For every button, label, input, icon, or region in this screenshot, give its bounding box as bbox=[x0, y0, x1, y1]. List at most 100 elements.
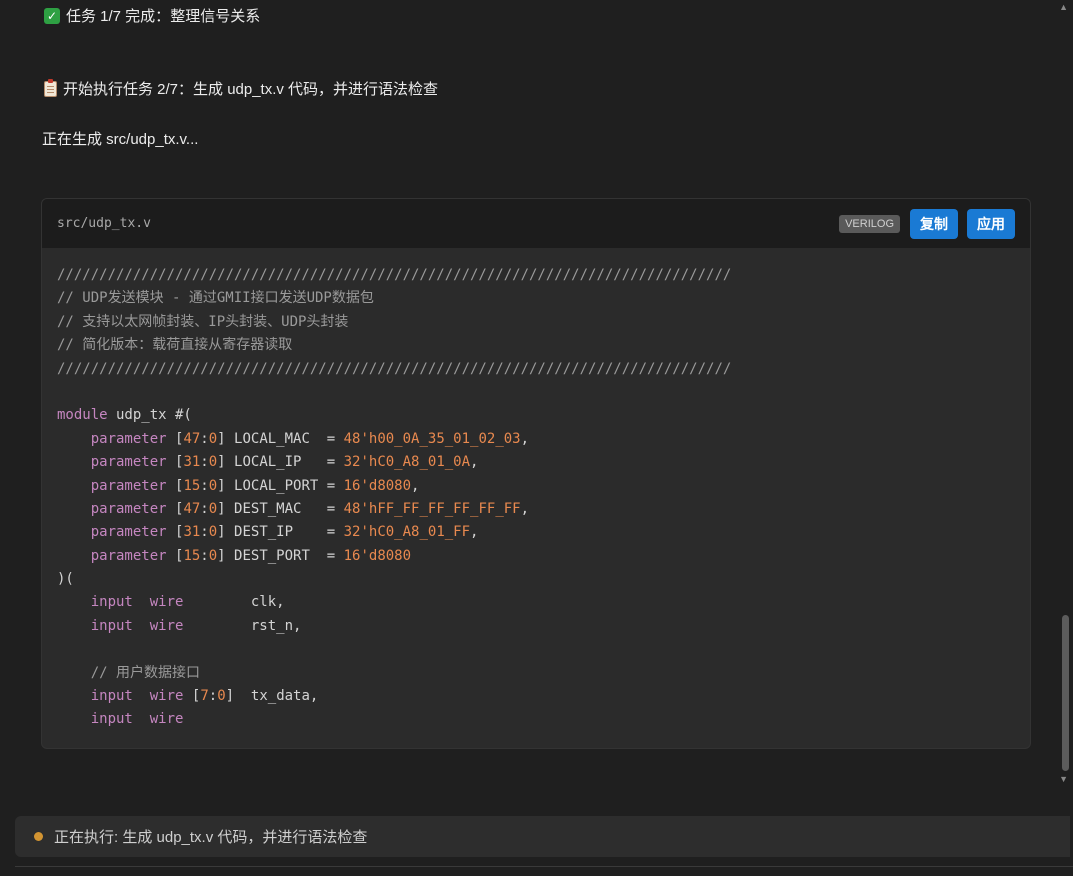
code-token: [ bbox=[166, 547, 184, 564]
code-token: [ bbox=[166, 524, 184, 541]
code-token: input bbox=[90, 688, 133, 705]
code-token: 0 bbox=[208, 524, 218, 541]
code-token: [ bbox=[166, 500, 184, 517]
code-line: ////////////////////////////////////////… bbox=[57, 264, 1015, 287]
code-token: 31 bbox=[183, 524, 201, 541]
code-token: 15 bbox=[183, 547, 201, 564]
language-badge: VERILOG bbox=[839, 214, 900, 233]
code-header-actions: VERILOG 复制 应用 bbox=[839, 208, 1015, 239]
code-token: parameter bbox=[90, 477, 167, 494]
code-token: input bbox=[90, 594, 133, 611]
status-text: 正在执行: 生成 udp_tx.v 代码，并进行语法检查 bbox=[54, 829, 368, 846]
code-token: parameter bbox=[90, 547, 167, 564]
code-token: wire bbox=[149, 688, 184, 705]
code-block-header: src/udp_tx.v VERILOG 复制 应用 bbox=[42, 199, 1030, 248]
code-line: parameter [15:0] DEST_PORT = 16'd8080 bbox=[57, 545, 1015, 568]
clipboard-icon bbox=[44, 78, 57, 97]
code-token: ] DEST_PORT = bbox=[217, 547, 344, 564]
code-token: parameter bbox=[90, 430, 167, 447]
task-start-message: 开始执行任务 2/7：生成 udp_tx.v 代码，并进行语法检查 bbox=[44, 78, 438, 99]
code-token: parameter bbox=[90, 500, 167, 517]
code-line: ////////////////////////////////////////… bbox=[57, 358, 1015, 381]
code-token: ////////////////////////////////////////… bbox=[57, 360, 732, 377]
code-token: input bbox=[90, 617, 133, 634]
code-token: , bbox=[470, 454, 479, 471]
code-token: ] LOCAL_MAC = bbox=[217, 430, 344, 447]
code-line: // 用户数据接口 bbox=[57, 662, 1015, 685]
task-start-text: 开始执行任务 2/7：生成 udp_tx.v 代码，并进行语法检查 bbox=[63, 81, 439, 98]
code-token: 48'hFF_FF_FF_FF_FF_FF bbox=[343, 500, 521, 517]
divider bbox=[15, 866, 1073, 867]
code-token: [ bbox=[166, 454, 184, 471]
check-icon: ✓ bbox=[44, 7, 60, 24]
code-token: module bbox=[57, 407, 108, 424]
code-token: ] DEST_MAC = bbox=[217, 500, 344, 517]
code-line: parameter [15:0] LOCAL_PORT = 16'd8080, bbox=[57, 475, 1015, 498]
code-token: : bbox=[200, 454, 209, 471]
code-token: ] LOCAL_PORT = bbox=[217, 477, 344, 494]
code-token: 0 bbox=[208, 547, 218, 564]
code-token: wire bbox=[149, 617, 184, 634]
code-token: 32'hC0_A8_01_0A bbox=[343, 454, 471, 471]
code-token: // 支持以太网帧封装、IP头封装、UDP头封装 bbox=[57, 313, 349, 330]
code-token: udp_tx #( bbox=[107, 407, 192, 424]
code-token: 31 bbox=[183, 454, 201, 471]
code-token: parameter bbox=[90, 454, 167, 471]
code-token: : bbox=[200, 430, 209, 447]
code-token: [ bbox=[166, 430, 184, 447]
scrollbar-thumb[interactable] bbox=[1062, 615, 1069, 771]
code-line: // UDP发送模块 - 通过GMII接口发送UDP数据包 bbox=[57, 287, 1015, 310]
code-line: parameter [47:0] LOCAL_MAC = 48'h00_0A_3… bbox=[57, 428, 1015, 451]
code-token: [ bbox=[183, 688, 201, 705]
code-token: 0 bbox=[208, 500, 218, 517]
code-block: src/udp_tx.v VERILOG 复制 应用 /////////////… bbox=[41, 198, 1031, 749]
code-token: clk, bbox=[183, 594, 285, 611]
status-bar: 正在执行: 生成 udp_tx.v 代码，并进行语法检查 bbox=[15, 816, 1070, 857]
code-token: : bbox=[200, 477, 209, 494]
code-token: input bbox=[90, 711, 133, 728]
code-content[interactable]: ////////////////////////////////////////… bbox=[42, 248, 1030, 732]
code-token: , bbox=[520, 500, 530, 517]
chat-page: ✓ 任务 1/7 完成：整理信号关系 开始执行任务 2/7：生成 udp_tx.… bbox=[0, 0, 1073, 876]
task-done-message: ✓ 任务 1/7 完成：整理信号关系 bbox=[44, 5, 260, 26]
code-token: 0 bbox=[217, 688, 226, 705]
status-dot-icon bbox=[34, 832, 43, 841]
code-line: // 支持以太网帧封装、IP头封装、UDP头封装 bbox=[57, 311, 1015, 334]
code-token: : bbox=[200, 500, 209, 517]
code-token: 16'd8080 bbox=[343, 547, 412, 564]
scroll-down-arrow-icon[interactable]: ▼ bbox=[1059, 775, 1068, 784]
apply-button[interactable]: 应用 bbox=[967, 208, 1015, 239]
code-line: input wire rst_n, bbox=[57, 615, 1015, 638]
generating-message: 正在生成 src/udp_tx.v... bbox=[42, 128, 198, 149]
code-token: // 用户数据接口 bbox=[90, 664, 201, 681]
code-line: parameter [31:0] LOCAL_IP = 32'hC0_A8_01… bbox=[57, 451, 1015, 474]
scroll-up-arrow-icon[interactable]: ▲ bbox=[1059, 3, 1068, 12]
code-token: : bbox=[208, 688, 218, 705]
code-token: : bbox=[200, 524, 209, 541]
copy-button[interactable]: 复制 bbox=[910, 208, 958, 239]
code-token: ] DEST_IP = bbox=[217, 524, 344, 541]
code-token: )( bbox=[57, 571, 74, 588]
code-line: input wire bbox=[57, 708, 1015, 731]
code-token: rst_n, bbox=[183, 617, 302, 634]
generating-text: 正在生成 src/udp_tx.v... bbox=[42, 131, 199, 148]
code-file-name: src/udp_tx.v bbox=[57, 216, 151, 231]
code-token: [ bbox=[166, 477, 184, 494]
code-token: 16'd8080 bbox=[343, 477, 412, 494]
code-token: parameter bbox=[90, 524, 167, 541]
